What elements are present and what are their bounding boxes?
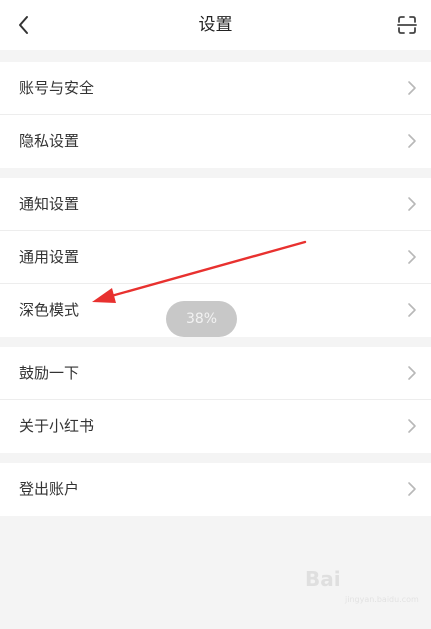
watermark-url: jingyan.baidu.com: [345, 595, 419, 604]
settings-row-privacy[interactable]: 隐私设置: [0, 115, 431, 168]
row-label: 隐私设置: [19, 132, 80, 150]
settings-row-about[interactable]: 关于小红书: [0, 400, 431, 453]
chevron-right-icon: [408, 303, 416, 317]
chevron-right-icon: [408, 81, 416, 95]
row-label: 登出账户: [19, 480, 80, 498]
row-label: 通用设置: [19, 248, 80, 266]
settings-screen: 设置 账号与安全 隐私设置 通知设置 通用设置 深色模式 鼓励一下 关于小红书 …: [0, 0, 431, 629]
settings-row-account-security[interactable]: 账号与安全: [0, 62, 431, 115]
watermark-logo: Bai: [305, 567, 341, 591]
chevron-right-icon: [408, 482, 416, 496]
group-logout: 登出账户: [0, 463, 431, 516]
group-about: 鼓励一下 关于小红书: [0, 347, 431, 453]
settings-row-logout[interactable]: 登出账户: [0, 463, 431, 516]
chevron-right-icon: [408, 197, 416, 211]
settings-row-encourage[interactable]: 鼓励一下: [0, 347, 431, 400]
row-label: 通知设置: [19, 195, 80, 213]
row-label: 鼓励一下: [19, 364, 80, 382]
row-label: 账号与安全: [19, 79, 95, 97]
chevron-right-icon: [408, 250, 416, 264]
settings-row-general[interactable]: 通用设置: [0, 231, 431, 284]
scan-icon: [397, 16, 417, 34]
top-bar: 设置: [0, 0, 431, 50]
page-title: 设置: [198, 15, 233, 35]
scan-button[interactable]: [395, 13, 419, 37]
baidu-watermark: Bai jingyan.baidu.com: [305, 561, 419, 609]
row-label: 关于小红书: [19, 417, 95, 435]
row-label: 深色模式: [19, 301, 80, 319]
progress-toast: 38%: [166, 301, 237, 337]
group-account: 账号与安全 隐私设置: [0, 62, 431, 168]
chevron-right-icon: [408, 419, 416, 433]
chevron-right-icon: [408, 134, 416, 148]
settings-row-notifications[interactable]: 通知设置: [0, 178, 431, 231]
chevron-right-icon: [408, 366, 416, 380]
